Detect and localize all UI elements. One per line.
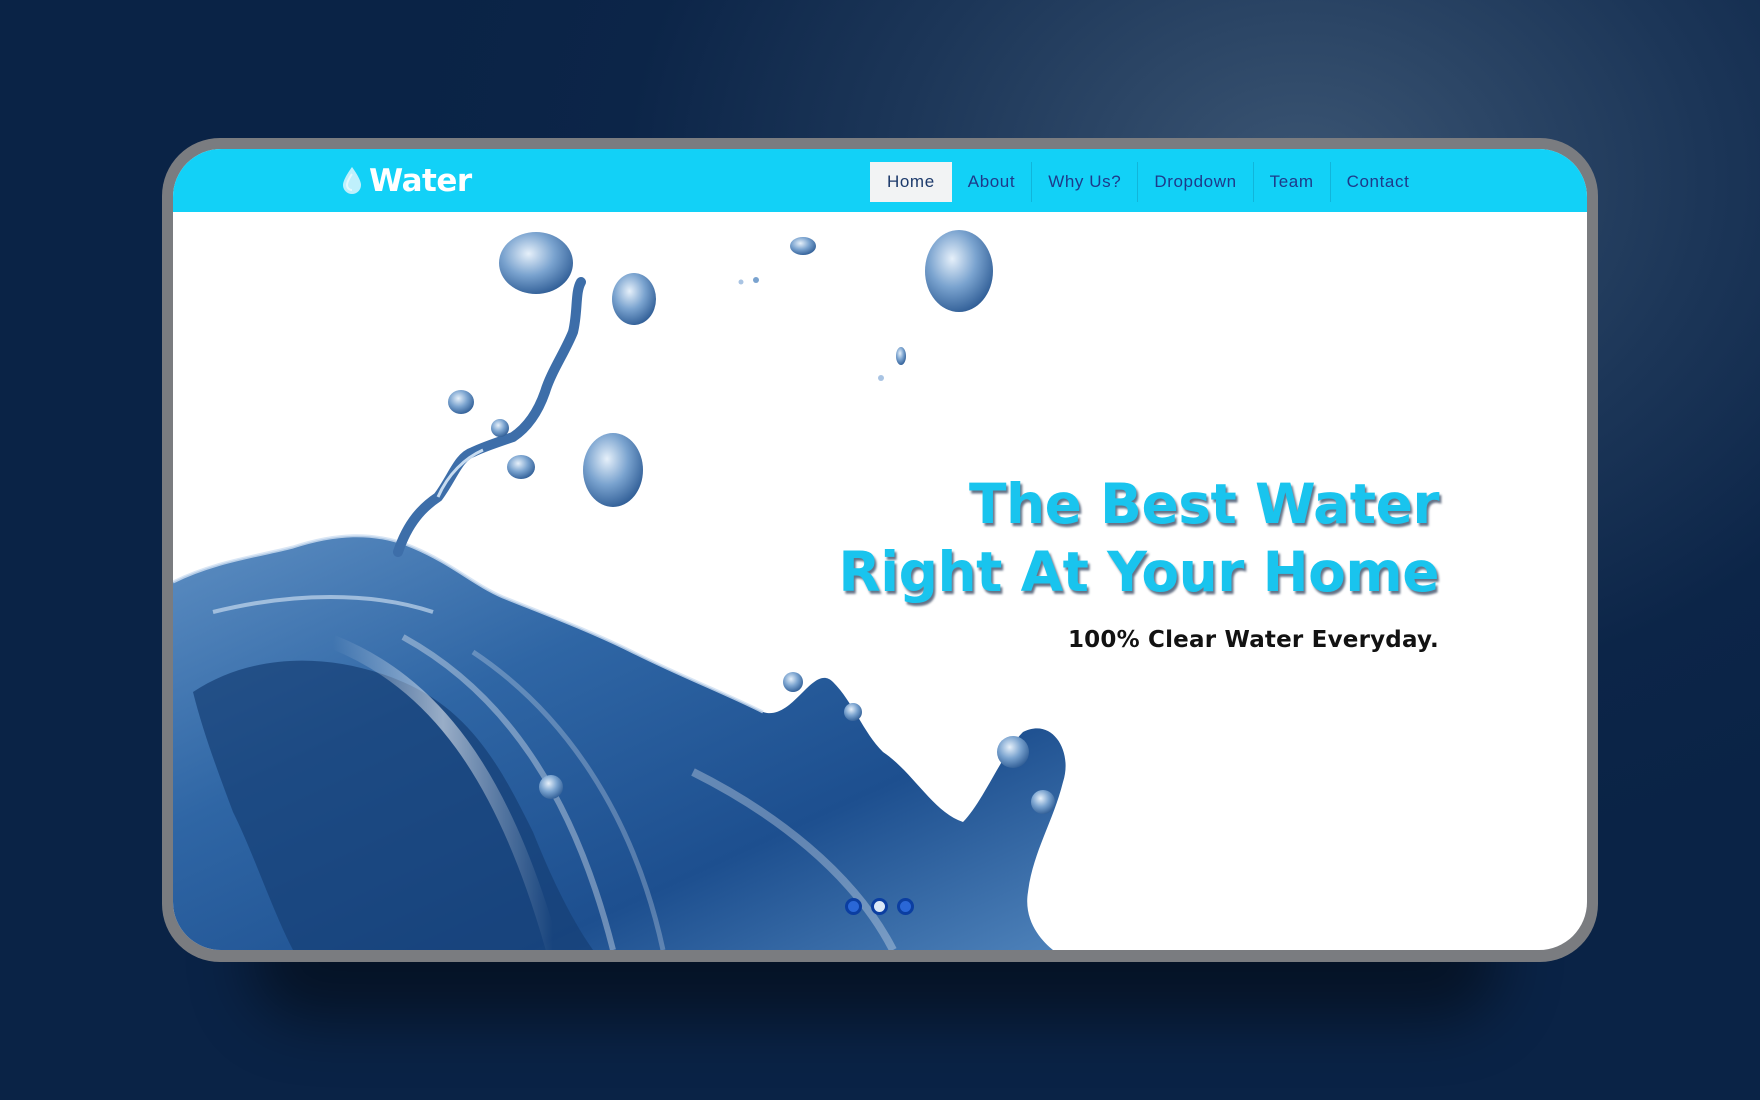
hero-headline: The Best Water Right At Your Home [838,470,1439,606]
slide-dot-1[interactable] [845,898,862,915]
water-drop-icon [343,167,361,194]
nav-item-contact[interactable]: Contact [1331,162,1426,202]
nav-menu: Home About Why Us? Dropdown Team Contact [870,162,1425,202]
site-brand-name: Water [369,163,472,199]
slide-dot-2[interactable] [871,898,888,915]
nav-item-about[interactable]: About [952,162,1033,202]
website-screen: Water Home About Why Us? Dropdown Team C… [173,149,1587,950]
hero-slider: The Best Water Right At Your Home 100% C… [173,212,1587,950]
hero-headline-line-1: The Best Water [968,472,1440,536]
slider-pagination [845,898,914,915]
site-logo[interactable]: Water [341,161,472,201]
nav-item-team[interactable]: Team [1254,162,1331,202]
hero-headline-line-2: Right At Your Home [838,540,1439,604]
navbar: Water Home About Why Us? Dropdown Team C… [173,149,1587,212]
nav-item-dropdown[interactable]: Dropdown [1138,162,1254,202]
nav-item-home[interactable]: Home [870,162,952,202]
nav-item-why-us[interactable]: Why Us? [1032,162,1139,202]
hero-subheadline: 100% Clear Water Everyday. [1067,627,1439,653]
slide-dot-3[interactable] [897,898,914,915]
